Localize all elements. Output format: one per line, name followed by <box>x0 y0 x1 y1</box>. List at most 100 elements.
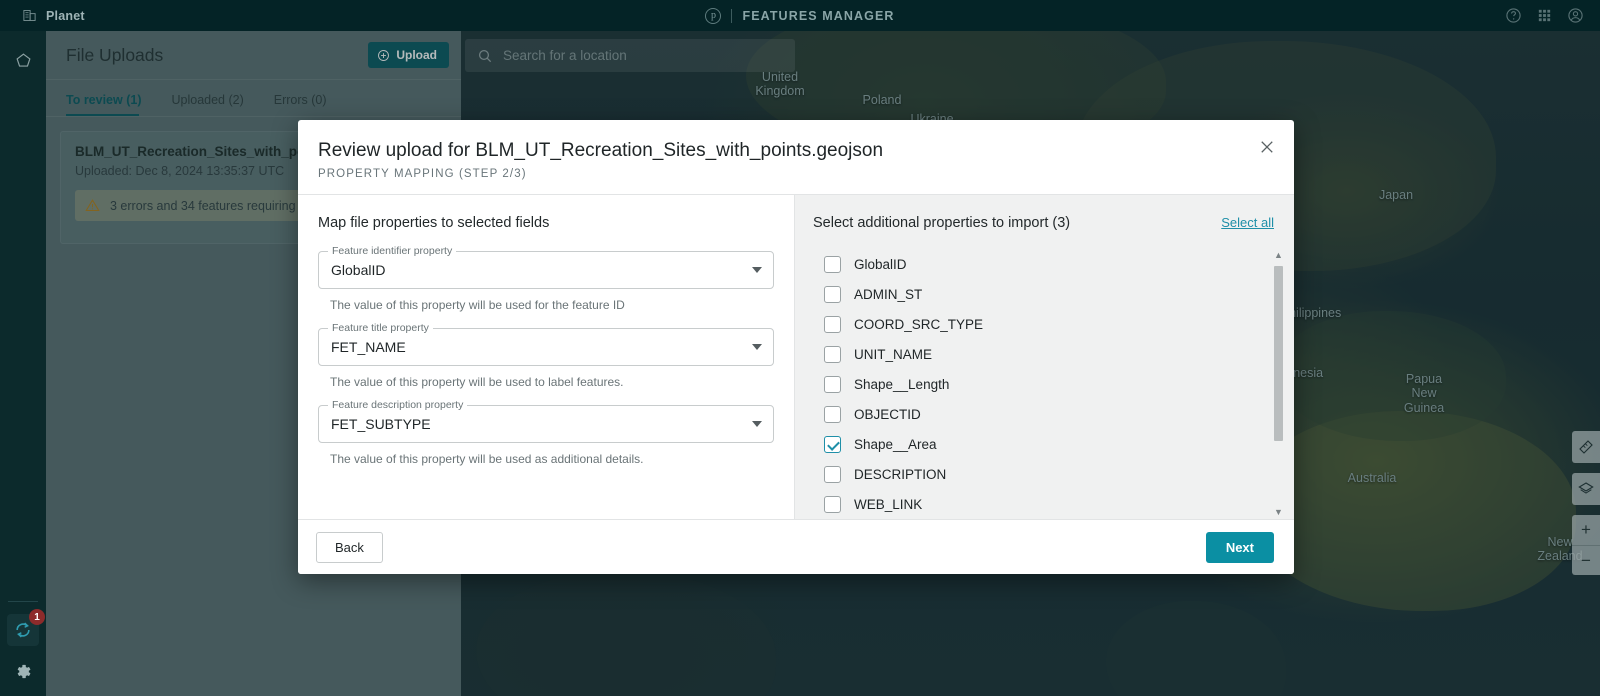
additional-properties-header: Select additional properties to import (… <box>795 215 1294 231</box>
property-checkbox-row[interactable]: UNIT_NAME <box>824 339 1294 369</box>
panel-tab-label: Uploaded (2) <box>171 93 244 107</box>
property-checkbox[interactable] <box>824 405 841 423</box>
gear-icon <box>17 664 30 678</box>
property-checkbox-label: Shape__Length <box>854 376 950 392</box>
scrollbar-thumb[interactable] <box>1274 266 1283 441</box>
property-select-legend: Feature identifier property <box>328 245 457 257</box>
close-icon <box>1261 141 1273 153</box>
property-checkbox-label: GlobalID <box>854 256 907 272</box>
account-circle-icon[interactable] <box>1567 7 1584 24</box>
property-checkbox-row[interactable]: WEB_LINK <box>824 489 1294 519</box>
property-checkbox-row[interactable]: OBJECTID <box>824 399 1294 429</box>
polygon-tool-button[interactable] <box>8 45 38 75</box>
property-select-hint: The value of this property will be used … <box>330 375 624 389</box>
property-checkbox[interactable] <box>824 435 841 453</box>
property-checkbox-row[interactable]: Shape__Length <box>824 369 1294 399</box>
property-mapping-heading: Map file properties to selected fields <box>318 215 550 231</box>
warning-triangle-icon <box>85 199 100 212</box>
help-circle-icon[interactable] <box>1505 7 1522 24</box>
app-root: United Kingdom Poland Ukraine Japan Philippin… <box>0 0 1600 696</box>
landmass-shape <box>1246 411 1576 611</box>
property-select[interactable]: Feature identifier property GlobalID <box>318 245 774 289</box>
sync-status-button[interactable]: 1 <box>7 609 45 646</box>
ruler-icon <box>1579 440 1593 454</box>
property-checkbox[interactable] <box>824 285 841 303</box>
property-checkbox-row[interactable]: DESCRIPTION <box>824 459 1294 489</box>
property-checkbox[interactable] <box>824 465 841 483</box>
property-select-hint: The value of this property will be used … <box>330 452 644 466</box>
apps-grid-icon[interactable] <box>1536 7 1553 24</box>
additional-properties-heading: Select additional properties to import (… <box>813 215 1071 231</box>
property-checkbox-row[interactable]: GlobalID <box>824 249 1294 279</box>
property-checkbox-row[interactable]: COORD_SRC_TYPE <box>824 309 1294 339</box>
property-select-hint: The value of this property will be used … <box>330 298 625 312</box>
property-select-value: GlobalID <box>331 262 386 278</box>
select-all-link[interactable]: Select all <box>1221 215 1274 230</box>
dialog-header: Review upload for BLM_UT_Recreation_Site… <box>298 120 1294 195</box>
divider <box>731 8 733 23</box>
dialog-body: Map file properties to selected fields F… <box>298 195 1294 519</box>
dialog-title: Review upload for BLM_UT_Recreation_Site… <box>318 140 884 161</box>
close-dialog-button[interactable] <box>1256 136 1278 158</box>
property-list-scrollbar[interactable]: ▲ ▼ <box>1272 249 1285 519</box>
search-input[interactable] <box>503 48 783 63</box>
next-button[interactable]: Next <box>1205 531 1274 563</box>
layers-button[interactable] <box>1572 473 1600 505</box>
polygon-tool-icon <box>15 52 31 67</box>
property-checkbox-list: GlobalID ADMIN_ST COORD_SRC_TYPE UNIT_NAME S… <box>795 249 1294 519</box>
page-title: File Uploads <box>66 44 164 65</box>
property-checkbox-label: OBJECTID <box>854 406 921 422</box>
property-checkbox-label: ADMIN_ST <box>854 286 923 302</box>
mapping-field: Feature title property FET_NAME The value … <box>318 322 774 389</box>
dialog-step-subtitle: PROPERTY MAPPING (STEP 2/3) <box>318 168 527 180</box>
mapping-field: Feature description property FET_SUBTYPE T… <box>318 399 774 466</box>
review-upload-dialog: Review upload for BLM_UT_Recreation_Site… <box>298 120 1294 574</box>
panel-tab-label: Errors (0) <box>273 93 327 107</box>
property-select-legend: Feature description property <box>328 399 468 411</box>
property-mapping-pane: Map file properties to selected fields F… <box>298 195 795 519</box>
scrollbar-track[interactable] <box>1274 262 1283 506</box>
property-checkbox[interactable] <box>824 345 841 363</box>
property-checkbox[interactable] <box>824 315 841 333</box>
upload-button[interactable]: Upload <box>368 42 449 68</box>
layers-icon <box>1578 482 1594 494</box>
upload-button-label: Upload <box>396 48 437 62</box>
sync-icon <box>16 622 30 638</box>
chevron-down-icon <box>752 421 762 427</box>
divider <box>8 601 38 602</box>
property-checkbox-label: UNIT_NAME <box>854 346 933 362</box>
chevron-down-icon <box>752 267 762 273</box>
top-bar-center: p FEATURES MANAGER <box>0 0 1600 31</box>
map-controls: + − <box>1572 431 1600 575</box>
file-warning-text: 3 errors and 34 features requiring setup <box>110 198 330 213</box>
zoom-out-button[interactable]: − <box>1572 545 1600 575</box>
scroll-down-arrow[interactable]: ▼ <box>1274 506 1283 519</box>
property-select[interactable]: Feature description property FET_SUBTYPE <box>318 399 774 443</box>
additional-properties-pane: Select additional properties to import (… <box>795 195 1294 519</box>
product-mark-icon: p <box>705 7 722 24</box>
property-select-legend: Feature title property <box>328 322 433 334</box>
left-tool-rail: 1 <box>0 31 46 696</box>
settings-button[interactable] <box>8 656 38 686</box>
property-checkbox-row[interactable]: Shape__Area <box>824 429 1294 459</box>
property-checkbox-row[interactable]: ADMIN_ST <box>824 279 1294 309</box>
property-select[interactable]: Feature title property FET_NAME <box>318 322 774 366</box>
property-checkbox[interactable] <box>824 495 841 513</box>
property-checkbox[interactable] <box>824 255 841 273</box>
search-icon <box>478 49 492 62</box>
measure-tool-button[interactable] <box>1572 431 1600 463</box>
product-title: FEATURES MANAGER <box>742 8 895 23</box>
panel-tab[interactable]: Uploaded (2) <box>171 93 257 116</box>
property-select-value: FET_SUBTYPE <box>331 416 431 432</box>
rail-top-group <box>0 31 46 75</box>
panel-tab[interactable]: Errors (0) <box>274 93 341 116</box>
location-search-bar[interactable] <box>465 39 795 72</box>
property-checkbox[interactable] <box>824 375 841 393</box>
panel-tab[interactable]: To review (1) <box>66 93 155 116</box>
sync-badge-count: 1 <box>29 609 45 625</box>
back-button[interactable]: Back <box>316 531 383 563</box>
panel-tabs: To review (1) Uploaded (2) Errors (0) <box>46 80 461 117</box>
zoom-in-button[interactable]: + <box>1572 515 1600 545</box>
property-checkbox-label: COORD_SRC_TYPE <box>854 316 984 332</box>
scroll-up-arrow[interactable]: ▲ <box>1274 249 1283 262</box>
